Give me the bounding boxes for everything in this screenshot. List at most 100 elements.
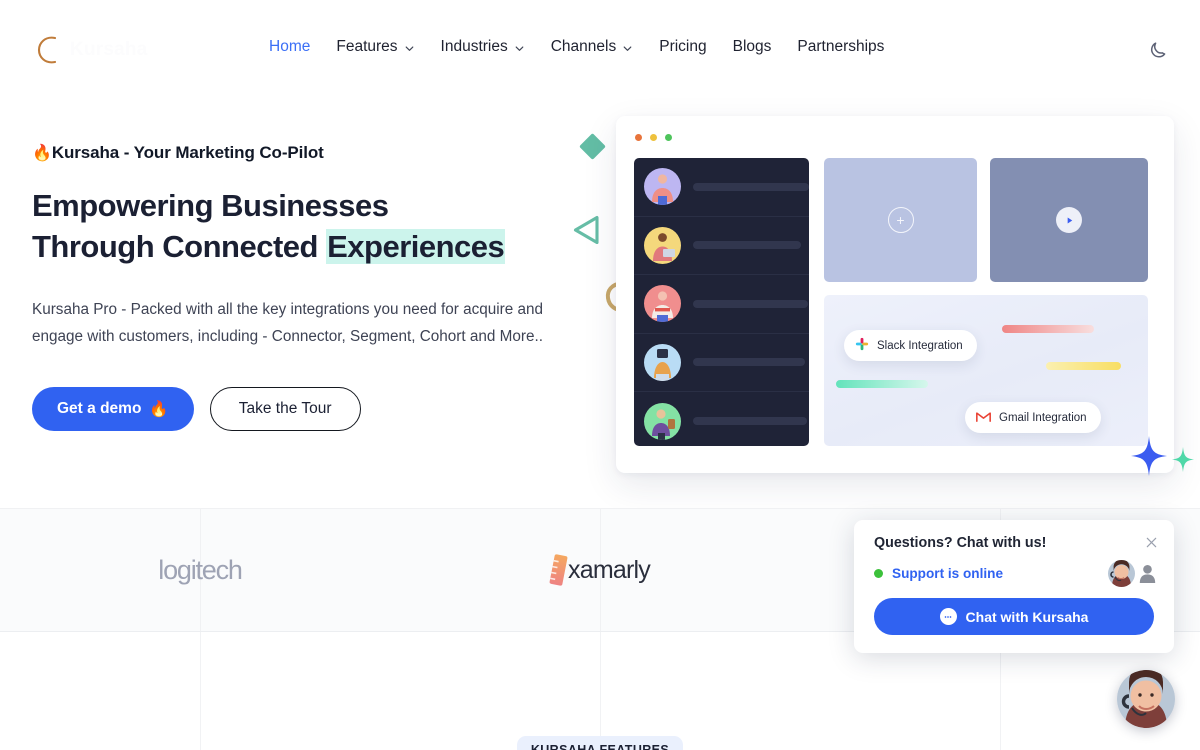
window-maximize-dot-icon (665, 134, 672, 141)
placeholder-bar (693, 299, 808, 308)
hero-cta-row: Get a demo 🔥 Take the Tour (32, 387, 592, 431)
take-the-tour-label: Take the Tour (238, 400, 332, 417)
play-icon (1056, 207, 1082, 233)
close-icon[interactable] (1142, 533, 1160, 551)
fire-emoji-icon: 🔥 (32, 145, 52, 162)
list-item (634, 217, 809, 275)
placeholder-bar (693, 241, 801, 250)
fire-emoji-icon: 🔥 (149, 400, 169, 418)
examarly-e-icon (547, 553, 570, 588)
chat-with-kursaha-button[interactable]: Chat with Kursaha (874, 598, 1154, 635)
nav-item-partnerships[interactable]: Partnerships (784, 38, 897, 56)
window-close-dot-icon (635, 134, 642, 141)
hero-eyebrow-text: Kursaha - Your Marketing Co-Pilot (51, 143, 324, 162)
blue-sparkle-decoration (1131, 436, 1167, 481)
brand-logo[interactable]: Kursaha (32, 28, 147, 72)
page-root: Kursaha Home Features Industries Channel… (0, 0, 1200, 750)
chat-widget-title: Questions? Chat with us! (874, 535, 1047, 551)
nav-item-industries[interactable]: Industries (428, 38, 538, 56)
examarly-wordmark: xamarly (568, 555, 651, 584)
nav-item-features[interactable]: Features (323, 38, 427, 56)
chat-launcher-button[interactable] (1117, 670, 1175, 728)
hero-heading-line-2-plain: Through Connected (32, 229, 327, 264)
slack-integration-pill[interactable]: Slack Integration (844, 330, 977, 361)
hero-copy-block: 🔥Kursaha - Your Marketing Co-Pilot Empow… (32, 143, 592, 431)
avatar (644, 343, 681, 381)
avatar (644, 402, 681, 440)
chat-widget: Questions? Chat with us! Support is onli… (854, 520, 1174, 653)
get-a-demo-label: Get a demo (57, 400, 142, 417)
nav-item-label: Home (269, 38, 311, 55)
divider (200, 632, 201, 750)
chevron-down-icon (404, 43, 415, 54)
avatar (644, 285, 681, 323)
nav-item-pricing[interactable]: Pricing (646, 38, 719, 56)
integration-label: Gmail Integration (999, 411, 1087, 424)
gradient-bar (1002, 325, 1094, 333)
nav-item-label: Blogs (732, 38, 772, 55)
chat-agents (1108, 560, 1156, 587)
agent-launcher-avatar-icon (1117, 670, 1175, 728)
moon-icon[interactable] (1146, 38, 1170, 62)
hero-heading-highlight: Experiences (326, 229, 506, 264)
slack-icon (855, 337, 869, 354)
examarly-logo: xamarly (547, 553, 651, 588)
logitech-logo: logitech (158, 554, 243, 585)
avatar (644, 226, 681, 264)
list-item (634, 334, 809, 392)
chat-button-label: Chat with Kursaha (965, 608, 1089, 625)
chevron-down-icon (514, 43, 525, 54)
window-traffic-lights (635, 134, 672, 141)
hero-product-mockup: + Slack Integration Gmail Integration (616, 116, 1174, 473)
green-sparkle-decoration (1172, 447, 1194, 477)
logo-cell: logitech (0, 555, 400, 586)
nav-item-channels[interactable]: Channels (538, 38, 647, 56)
nav-item-label: Pricing (659, 38, 707, 55)
nav-item-label: Channels (550, 38, 617, 55)
hero-heading-line-1: Empowering Businesses (32, 188, 389, 223)
window-minimize-dot-icon (650, 134, 657, 141)
hero-eyebrow: 🔥Kursaha - Your Marketing Co-Pilot (32, 143, 592, 163)
top-navigation-bar: Kursaha Home Features Industries Channel… (0, 0, 1200, 98)
divider (600, 632, 601, 750)
online-dot-icon (874, 569, 883, 578)
chat-status-label: Support is online (892, 566, 1004, 581)
logo-cell: xamarly (400, 554, 800, 586)
agent-avatar-icon (1108, 560, 1135, 587)
kursaha-features-badge: KURSAHA FEATURES (517, 736, 683, 750)
integrations-panel: Slack Integration Gmail Integration (824, 295, 1148, 446)
nav-item-home[interactable]: Home (256, 38, 323, 56)
gmail-icon (976, 410, 991, 426)
green-triangle-outline-decoration (573, 214, 601, 251)
placeholder-bar (693, 182, 809, 191)
gradient-bar (1046, 362, 1121, 370)
plus-icon: + (887, 207, 914, 233)
chat-status: Support is online (874, 566, 1003, 581)
list-item (634, 158, 809, 217)
get-a-demo-button[interactable]: Get a demo 🔥 (32, 387, 194, 431)
gradient-bar (836, 380, 928, 388)
nav-links: Home Features Industries Channels Pricin… (256, 38, 897, 56)
nav-item-label: Industries (440, 38, 508, 55)
gmail-integration-pill[interactable]: Gmail Integration (965, 402, 1101, 433)
media-upload-tile[interactable]: + (824, 158, 977, 282)
chat-bubble-icon (939, 608, 957, 625)
placeholder-bar (693, 417, 807, 426)
c-arc-logo-icon (32, 28, 62, 72)
placeholder-bar (693, 358, 805, 367)
hero-paragraph: Kursaha Pro - Packed with all the key in… (32, 301, 544, 345)
integration-label: Slack Integration (877, 339, 963, 352)
list-item (634, 392, 809, 446)
brand-name: Kursaha (70, 39, 148, 60)
mockup-contact-list (634, 158, 809, 446)
person-icon (1139, 564, 1156, 583)
page-title: Empowering Businesses Through Connected … (32, 185, 592, 267)
nav-item-blogs[interactable]: Blogs (720, 38, 785, 56)
nav-item-label: Partnerships (797, 38, 885, 55)
list-item (634, 275, 809, 334)
chevron-down-icon (622, 43, 633, 54)
nav-item-label: Features (336, 38, 398, 55)
take-the-tour-button[interactable]: Take the Tour (209, 387, 361, 431)
avatar (644, 168, 681, 206)
video-preview-tile[interactable] (990, 158, 1148, 282)
